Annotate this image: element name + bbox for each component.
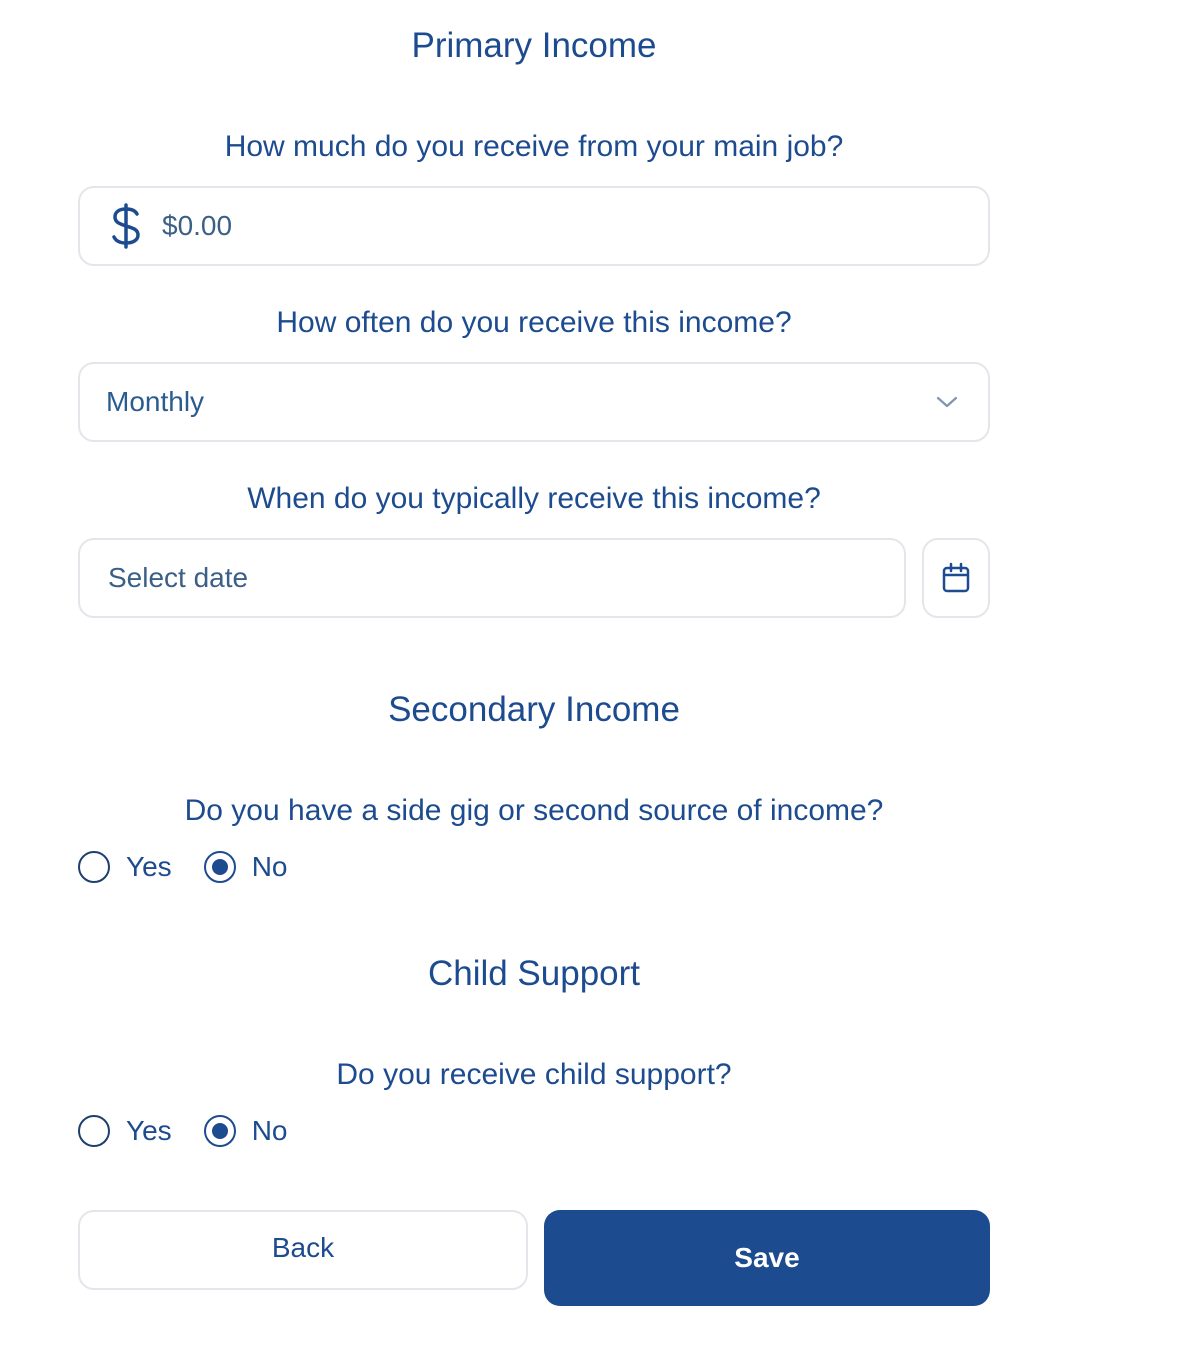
amount-field[interactable] <box>78 186 990 266</box>
back-button[interactable]: Back <box>78 1210 528 1290</box>
child-support-yes-radio[interactable] <box>78 1115 110 1147</box>
date-question: When do you typically receive this incom… <box>247 482 821 515</box>
date-field[interactable] <box>78 538 906 618</box>
date-input[interactable] <box>106 561 904 595</box>
secondary-yes-radio[interactable] <box>78 851 110 883</box>
child-support-no-radio[interactable] <box>203 1115 236 1147</box>
amount-question: How much do you receive from your main j… <box>224 130 844 163</box>
secondary-income-title: Secondary Income <box>388 690 680 729</box>
save-button[interactable]: Save <box>544 1210 990 1306</box>
dollar-icon <box>112 203 140 249</box>
secondary-yes-label: Yes <box>126 851 172 882</box>
secondary-no-label: No <box>251 851 288 882</box>
frequency-question: How often do you receive this income? <box>276 306 792 339</box>
child-support-no-label: No <box>251 1115 288 1146</box>
secondary-yes-option[interactable]: Yes <box>78 851 172 883</box>
child-support-question: Do you receive child support? <box>336 1058 732 1091</box>
amount-input[interactable] <box>160 209 988 243</box>
chevron-down-icon <box>936 396 958 408</box>
frequency-value: Monthly <box>106 386 205 417</box>
child-support-yes-option[interactable]: Yes <box>78 1115 172 1147</box>
child-support-radio-group: Yes No <box>78 1114 319 1148</box>
child-support-yes-label: Yes <box>126 1115 172 1146</box>
secondary-question: Do you have a side gig or second source … <box>184 794 884 827</box>
child-support-title: Child Support <box>427 954 641 993</box>
secondary-radio-group: Yes No <box>78 850 319 884</box>
frequency-select[interactable]: Monthly <box>78 362 990 442</box>
calendar-button[interactable] <box>922 538 990 618</box>
child-support-no-option[interactable]: No <box>203 1115 288 1147</box>
primary-income-title: Primary Income <box>411 26 657 65</box>
secondary-no-option[interactable]: No <box>203 851 288 883</box>
calendar-icon <box>942 562 970 593</box>
secondary-no-radio[interactable] <box>203 851 236 883</box>
